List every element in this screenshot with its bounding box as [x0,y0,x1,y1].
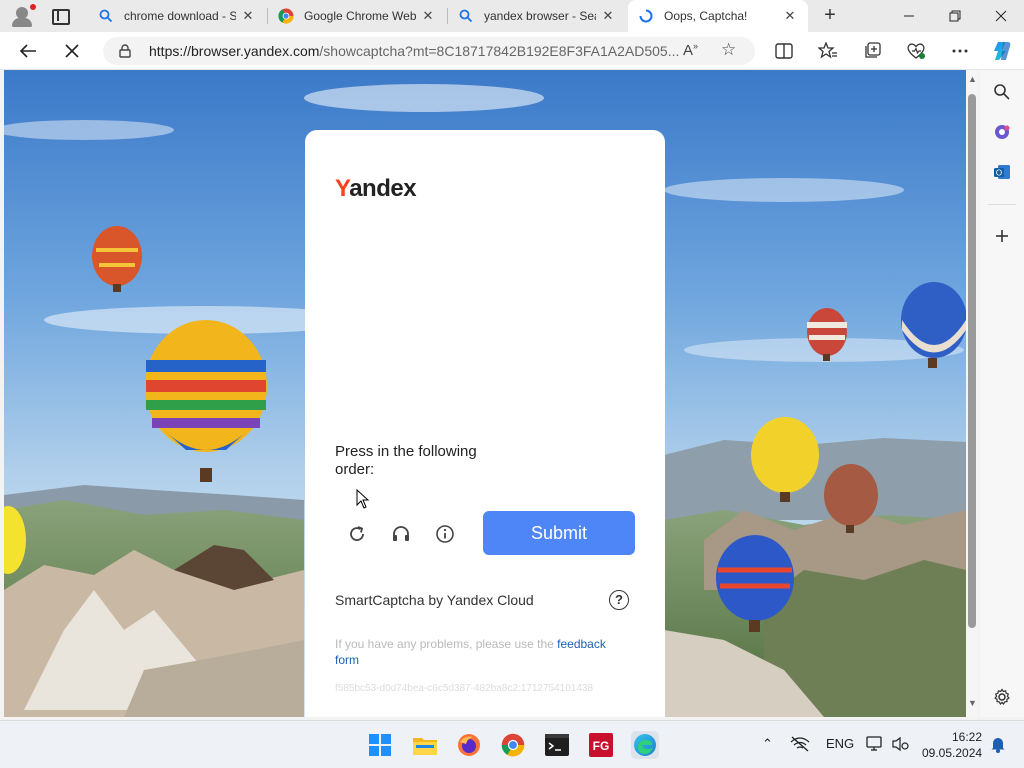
tab-strip: chrome download - S ✕ Google Chrome Web … [0,0,1024,32]
tab-yandex-browser[interactable]: yandex browser - Sea ✕ [448,0,626,32]
yandex-logo: Yandex [335,175,417,202]
scroll-up-arrow[interactable]: ▲ [968,74,977,84]
mouse-cursor [356,489,370,509]
page-scrollbar[interactable]: ▲ ▼ [966,70,978,717]
notification-bell-icon[interactable] [990,735,1006,756]
page-viewport: Yandex Press in the following order: Sub… [4,70,966,717]
copilot-sidebar-icon[interactable] [990,120,1014,144]
add-sidebar-app-icon[interactable] [990,224,1014,248]
scrollbar-thumb[interactable] [968,94,976,628]
fg-app-icon[interactable]: FG [587,731,615,759]
info-icon[interactable] [433,522,457,546]
tab-title: Google Chrome Web [304,9,416,23]
clock-date: 09.05.2024 [922,746,983,760]
file-explorer-icon[interactable] [411,731,439,759]
show-hidden-icons-chevron-icon[interactable]: ⌃ [762,736,773,752]
submit-button[interactable]: Submit [483,511,635,555]
close-icon[interactable]: ✕ [600,8,616,24]
tab-title: yandex browser - Sea [484,9,596,23]
tab-oops-captcha[interactable]: Oops, Captcha! ✕ [628,0,808,32]
close-icon[interactable]: ✕ [240,8,256,24]
favorites-button[interactable] [816,39,840,63]
browser-essentials-button[interactable] [904,39,928,63]
windows-start-icon[interactable] [366,731,394,759]
captcha-request-id: f585bc53-d0d74bea-c6c5d387-482ba8c2:1712… [335,683,594,694]
edge-icon[interactable] [631,731,659,759]
problem-notice: If you have any problems, please use the… [335,637,606,667]
split-screen-button[interactable] [772,39,796,63]
copilot-icon[interactable] [990,39,1014,63]
favorite-star-icon[interactable]: ☆ [721,40,736,60]
tab-actions-icon[interactable] [50,6,70,26]
tab-chrome-download[interactable]: chrome download - S ✕ [88,0,266,32]
edge-sidebar: O [980,70,1024,717]
close-icon[interactable]: ✕ [782,8,798,24]
loading-icon [638,8,654,24]
chrome-taskbar-icon[interactable] [499,731,527,759]
svg-text:FG: FG [593,739,610,753]
search-icon [98,8,114,24]
close-window-button[interactable] [978,0,1024,32]
minimize-button[interactable] [886,0,932,32]
stop-loading-button[interactable] [60,39,84,63]
url-text[interactable]: https://browser.yandex.com/showcaptcha?m… [149,43,679,59]
chrome-icon [278,8,294,24]
audio-captcha-icon[interactable] [389,522,413,546]
windows-taskbar: FG ⌃ ENG 16:22 09.05.2024 [0,720,1024,768]
sidebar-settings-icon[interactable] [990,685,1014,709]
new-tab-button[interactable]: + [818,4,842,28]
lock-icon[interactable] [119,44,131,58]
navigation-toolbar: https://browser.yandex.com/showcaptcha?m… [0,32,1024,70]
refresh-icon[interactable] [345,522,369,546]
restore-button[interactable] [932,0,978,32]
outlook-icon[interactable]: O [990,160,1014,184]
scroll-down-arrow[interactable]: ▼ [968,698,977,708]
help-icon[interactable]: ? [609,590,629,610]
volume-muted-icon[interactable] [892,736,910,755]
smartcaptcha-brand: SmartCaptcha by Yandex Cloud [335,592,534,608]
terminal-icon[interactable] [543,731,571,759]
close-icon[interactable]: ✕ [420,8,436,24]
firefox-icon[interactable] [455,731,483,759]
search-icon[interactable] [990,80,1014,104]
read-aloud-icon[interactable]: A» [683,41,698,59]
captcha-instruction: Press in the following order: [335,443,477,478]
search-icon [458,8,474,24]
captcha-card: Yandex Press in the following order: Sub… [305,130,665,717]
clock-time: 16:22 [951,730,982,744]
svg-text:O: O [996,169,1002,178]
display-icon[interactable] [866,736,884,755]
profile-icon[interactable] [8,4,36,28]
tab-title: Oops, Captcha! [664,9,748,23]
address-bar[interactable]: https://browser.yandex.com/showcaptcha?m… [103,37,755,65]
language-indicator[interactable]: ENG [826,736,854,751]
network-offline-icon[interactable] [790,736,810,755]
tab-google-chrome-web[interactable]: Google Chrome Web ✕ [268,0,446,32]
system-clock[interactable]: 16:22 09.05.2024 [922,729,982,761]
tab-title: chrome download - S [124,9,236,23]
back-button[interactable] [16,39,40,63]
collections-button[interactable] [860,39,884,63]
more-menu-button[interactable] [948,39,972,63]
